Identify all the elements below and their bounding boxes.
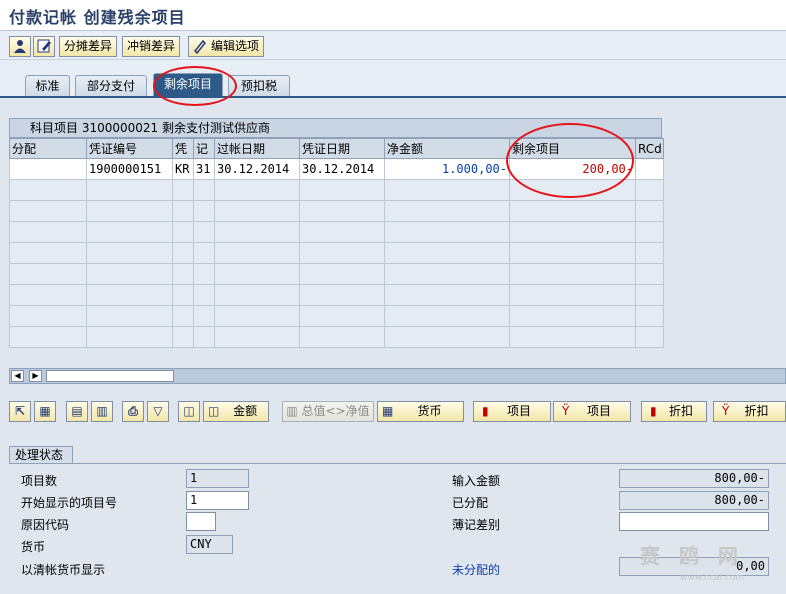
table-row xyxy=(9,263,664,285)
find-icon[interactable]: ◫ xyxy=(178,401,200,422)
scroll-right-icon[interactable]: ▶ xyxy=(29,370,42,382)
pencil-icon xyxy=(193,38,207,60)
table-row xyxy=(9,326,664,348)
posting-difference-field xyxy=(619,512,769,531)
scrollbar-thumb[interactable] xyxy=(46,370,174,382)
cell-document-number[interactable]: 1900000151 xyxy=(86,158,173,180)
posting-difference-label: 薄记差别 xyxy=(452,518,501,532)
entered-amount-label: 输入金额 xyxy=(452,474,501,488)
cell-posting-date[interactable]: 30.12.2014 xyxy=(214,158,300,180)
column-header-residual-item[interactable]: 剩余项目 xyxy=(509,138,636,159)
watermark-url: www.ccai.com xyxy=(680,573,745,583)
item-count-label: 项目数 xyxy=(21,474,58,488)
first-item-input[interactable]: 1 xyxy=(186,491,249,510)
amount-button-label: 金额 xyxy=(233,404,258,418)
edit-options-button[interactable]: 编辑选项 xyxy=(188,36,265,60)
cell-document-date[interactable]: 30.12.2014 xyxy=(299,158,385,180)
gross-net-icon: ▥ xyxy=(286,404,298,418)
cell-net-amount[interactable]: 1.000,00- xyxy=(384,158,510,180)
print-icon[interactable]: ⎙ xyxy=(122,401,144,422)
writeoff-difference-button[interactable]: 冲销差异 xyxy=(122,36,181,57)
table-row xyxy=(9,305,664,327)
deactivate-items-button[interactable]: Ÿ 项目 xyxy=(553,401,631,422)
table-row[interactable]: 1900000151 KR 31 30.12.2014 30.12.2014 1… xyxy=(9,158,664,180)
reason-code-input[interactable] xyxy=(186,512,216,531)
table-title: 科目项目 3100000021 剩余支付测试供应商 xyxy=(9,118,662,138)
currency-button-label: 货币 xyxy=(417,404,442,418)
find-next-icon: ◫ xyxy=(208,404,220,418)
watermark-logo: 赛 鸥 网 xyxy=(640,544,744,568)
table-row xyxy=(9,200,664,222)
edit-options-label: 编辑选项 xyxy=(211,39,260,53)
edit-icon[interactable] xyxy=(33,36,55,57)
select-icon[interactable]: ⇱ xyxy=(9,401,31,422)
deactivate-items-label: 项目 xyxy=(586,404,611,418)
cell-posting-key[interactable]: 31 xyxy=(193,158,215,180)
horizontal-scrollbar[interactable]: ◀ ▶ xyxy=(9,368,786,384)
amount-button[interactable]: ◫ 金额 xyxy=(203,401,269,422)
column-header-posting-key[interactable]: 记 xyxy=(193,138,215,159)
first-item-label: 开始显示的项目号 xyxy=(21,496,118,510)
activate-item-icon: ▮ xyxy=(482,404,489,418)
entered-amount-field: 800,00- xyxy=(619,469,769,488)
window-title: 付款记帐 创建残余项目 xyxy=(9,8,186,27)
reason-code-label: 原因代码 xyxy=(21,518,70,532)
table-row xyxy=(9,284,664,306)
cell-doc-type[interactable]: KR xyxy=(172,158,194,180)
table-row xyxy=(9,179,664,201)
deactivate-discount-icon: Ÿ xyxy=(722,404,730,418)
cell-assignment[interactable] xyxy=(9,158,87,180)
activate-discount-icon: ▮ xyxy=(650,404,657,418)
sort-ascending-icon[interactable]: ▤ xyxy=(66,401,88,422)
tab-standard[interactable]: 标准 xyxy=(25,75,70,97)
deactivate-discount-button[interactable]: Ÿ 折扣 xyxy=(713,401,786,422)
filter-icon[interactable]: ▽ xyxy=(147,401,169,422)
scroll-left-icon[interactable]: ◀ xyxy=(11,370,24,382)
column-header-doc-type[interactable]: 凭 xyxy=(172,138,194,159)
item-count-field: 1 xyxy=(186,469,249,488)
deactivate-discount-label: 折扣 xyxy=(744,404,769,418)
user-icon[interactable] xyxy=(9,36,31,57)
assigned-field: 800,00- xyxy=(619,491,769,510)
activate-items-button[interactable]: ▮ 项目 xyxy=(473,401,551,422)
activate-items-label: 项目 xyxy=(506,404,531,418)
title-bar: 付款记帐 创建残余项目 xyxy=(0,0,786,30)
sort-descending-icon[interactable]: ▥ xyxy=(91,401,113,422)
application-toolbar: 分摊差异 冲销差异 编辑选项 xyxy=(0,30,786,60)
column-header-posting-date[interactable]: 过帐日期 xyxy=(214,138,300,159)
activate-discount-label: 折扣 xyxy=(668,404,693,418)
column-header-net-amount[interactable]: 净金额 xyxy=(384,138,510,159)
currency-field: CNY xyxy=(186,535,233,554)
currency-label: 货币 xyxy=(21,540,46,554)
cell-reason-code[interactable] xyxy=(635,158,664,180)
deactivate-item-icon: Ÿ xyxy=(562,404,570,418)
split-difference-button[interactable]: 分摊差异 xyxy=(59,36,118,57)
gross-net-button[interactable]: ▥ 总值<>净值 xyxy=(282,401,374,422)
gross-net-label: 总值<>净值 xyxy=(301,404,370,418)
activate-discount-button[interactable]: ▮ 折扣 xyxy=(641,401,707,422)
column-header-document-date[interactable]: 凭证日期 xyxy=(299,138,385,159)
table-row xyxy=(9,242,664,264)
currency-button[interactable]: ▦ 货币 xyxy=(377,401,464,422)
column-header-document-number[interactable]: 凭证编号 xyxy=(86,138,173,159)
clearing-currency-label: 以清帐货币显示 xyxy=(21,563,106,577)
table-row xyxy=(9,221,664,243)
select-block-icon[interactable]: ▦ xyxy=(34,401,56,422)
items-table: 分配 凭证编号 凭 记 过帐日期 凭证日期 净金额 剩余项目 RCd 19000… xyxy=(9,138,664,348)
currency-icon: ▦ xyxy=(382,404,394,418)
cell-residual-item-input[interactable]: 200,00- xyxy=(509,158,636,180)
unassigned-label: 未分配的 xyxy=(452,563,501,577)
column-header-assignment[interactable]: 分配 xyxy=(9,138,87,159)
tab-strip: 标准 部分支付 剩余项目 预扣税 xyxy=(0,60,786,97)
tab-withholding-tax[interactable]: 预扣税 xyxy=(228,75,290,97)
column-header-reason-code[interactable]: RCd xyxy=(635,138,664,159)
tab-partial-payment[interactable]: 部分支付 xyxy=(75,75,147,97)
processing-status-label: 处理状态 xyxy=(9,446,73,464)
assigned-label: 已分配 xyxy=(452,496,489,510)
tab-residual-items[interactable]: 剩余项目 xyxy=(153,73,223,97)
